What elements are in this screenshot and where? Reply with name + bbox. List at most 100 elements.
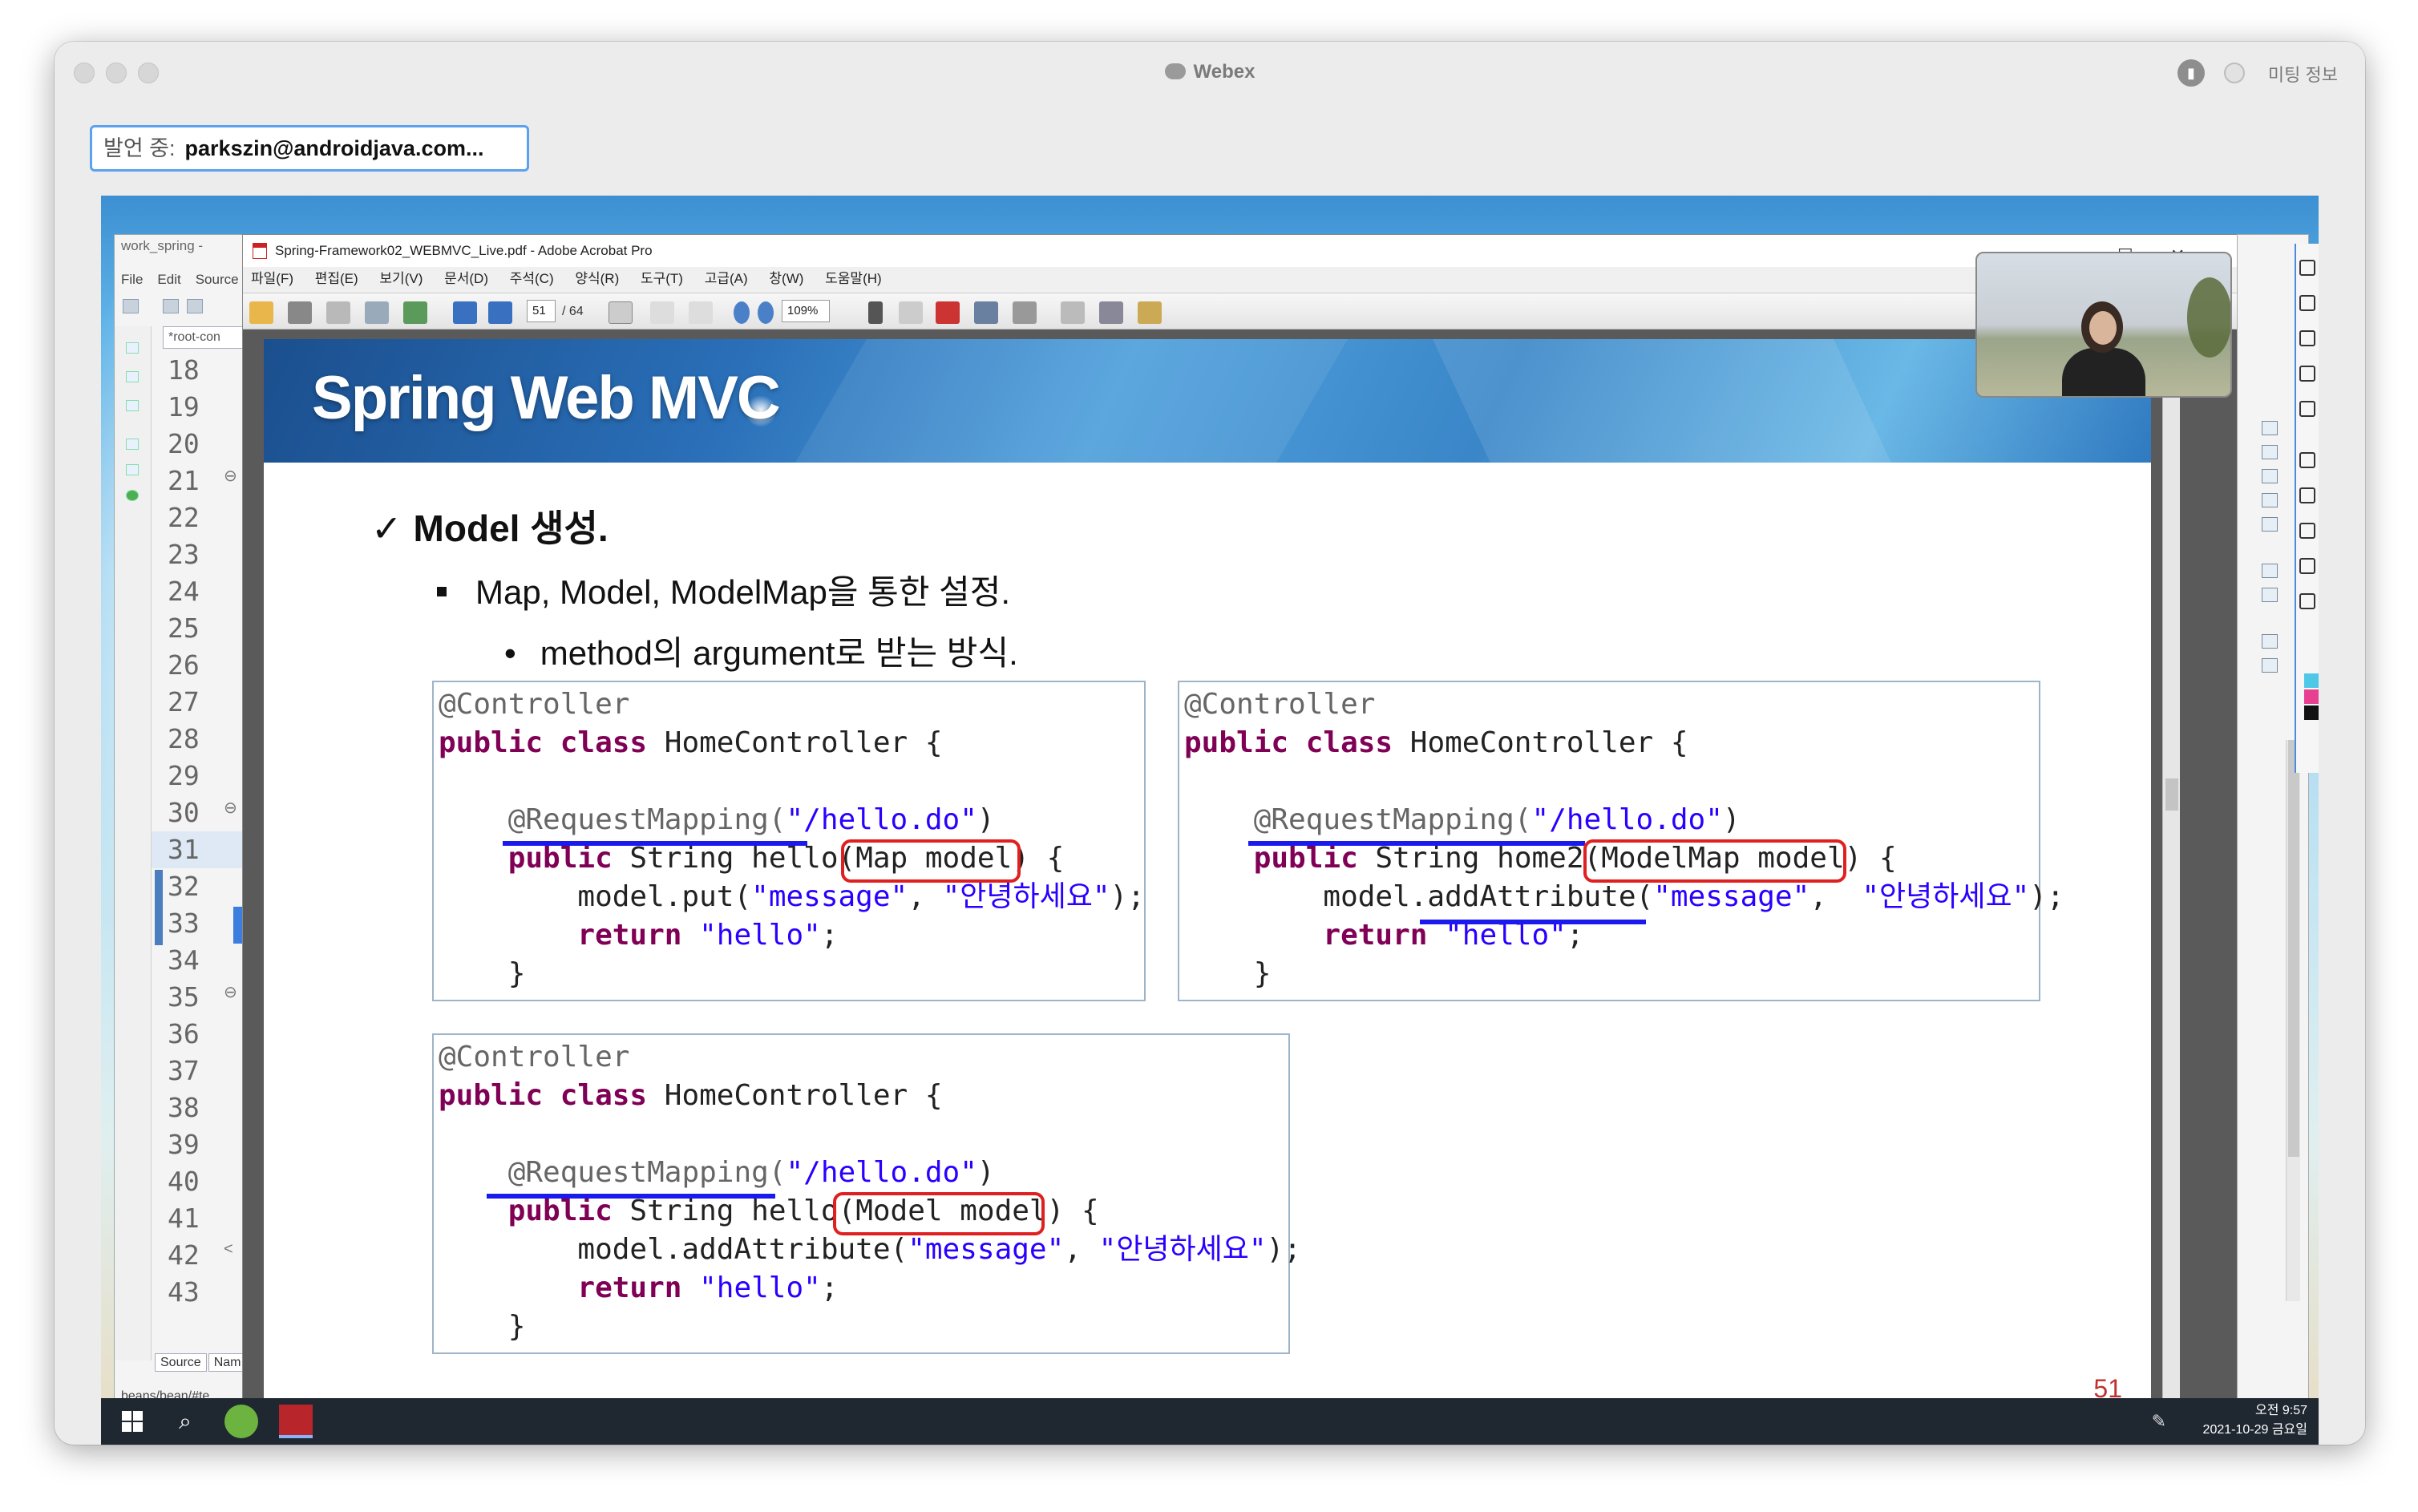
zoom-out-icon[interactable] — [734, 301, 750, 324]
form-icon[interactable] — [1061, 301, 1085, 324]
view-icon[interactable] — [126, 400, 139, 411]
pointer-icon[interactable] — [868, 301, 883, 324]
acrobat-taskbar-icon[interactable] — [279, 1405, 313, 1438]
code-block-map: @Controller public class HomeController … — [432, 681, 1146, 1001]
line-number: 41 — [168, 1203, 200, 1234]
bullet3-text: method의 argument로 받는 방식. — [540, 634, 1018, 672]
line-number: 20 — [168, 428, 200, 459]
fold-marker[interactable]: ⊖ — [224, 982, 237, 1002]
view-icon[interactable] — [126, 342, 139, 354]
color-swatch[interactable] — [2304, 689, 2319, 704]
windows-start-icon[interactable] — [122, 1411, 143, 1432]
tab-source[interactable]: Source — [155, 1353, 207, 1372]
menu-help[interactable]: 도움말(H) — [825, 271, 882, 286]
select-tool-icon[interactable] — [609, 301, 633, 324]
line-icon[interactable] — [2299, 366, 2315, 382]
next-page-icon[interactable] — [488, 301, 512, 324]
speaker-name: parkszin@androidjava.com... — [184, 136, 484, 160]
eraser-icon[interactable] — [2299, 401, 2315, 417]
email-icon[interactable] — [365, 301, 389, 324]
line-number: 19 — [168, 391, 200, 422]
stats-icon[interactable]: ▮ — [2177, 59, 2205, 87]
menu-source[interactable]: Source — [196, 272, 239, 287]
fold-marker[interactable]: ⊖ — [224, 466, 237, 486]
system-clock[interactable]: 오전 9:57 2021-10-29 금요일 — [2203, 1401, 2307, 1440]
dot-bullet: • — [504, 634, 516, 672]
chat-icon[interactable] — [2299, 523, 2315, 539]
line-number: 34 — [168, 944, 200, 976]
underline-highlight — [1248, 841, 1585, 846]
fold-marker[interactable]: < — [224, 1240, 233, 1259]
save-all-icon[interactable] — [187, 299, 203, 313]
zoom-in-icon[interactable] — [758, 301, 774, 324]
camera-icon[interactable] — [2299, 558, 2315, 574]
menu-tools[interactable]: 도구(T) — [641, 271, 683, 286]
sign-icon[interactable] — [936, 301, 960, 324]
line-number: 38 — [168, 1092, 200, 1123]
menu-edit[interactable]: 편집(E) — [315, 271, 358, 286]
panel-tool-icon[interactable] — [2262, 445, 2278, 459]
panel-tool-icon[interactable] — [2262, 588, 2278, 602]
view-icon[interactable] — [126, 464, 139, 475]
panel-tool-icon[interactable] — [2262, 469, 2278, 483]
menu-file[interactable]: File — [121, 272, 143, 287]
clipboard-icon[interactable] — [2299, 593, 2315, 609]
print-icon[interactable] — [288, 301, 312, 324]
new-icon[interactable] — [123, 299, 139, 313]
undo-icon[interactable] — [2299, 452, 2315, 468]
color-swatch[interactable] — [2304, 705, 2319, 720]
panel-tool-icon[interactable] — [2262, 564, 2278, 578]
underline-highlight — [503, 841, 807, 846]
participant-video[interactable] — [1975, 252, 2232, 398]
menu-advanced[interactable]: 고급(A) — [705, 271, 748, 286]
menu-comments[interactable]: 주석(C) — [510, 271, 554, 286]
panel-tool-icon[interactable] — [2262, 493, 2278, 507]
pen-icon[interactable] — [2299, 330, 2315, 346]
trash-icon[interactable] — [2299, 487, 2315, 503]
spring-tool-icon[interactable] — [224, 1405, 258, 1438]
attach-icon[interactable] — [1013, 301, 1037, 324]
panel-tool-icon[interactable] — [2262, 421, 2278, 435]
run-icon[interactable] — [126, 490, 139, 501]
info-icon[interactable] — [2224, 63, 2245, 83]
menu-file[interactable]: 파일(F) — [251, 271, 293, 286]
pointer-icon[interactable] — [2299, 295, 2315, 311]
scroll-thumb[interactable] — [2165, 778, 2178, 811]
crop-icon[interactable] — [974, 301, 998, 324]
menu-forms[interactable]: 양식(R) — [575, 271, 619, 286]
prev-page-icon[interactable] — [453, 301, 477, 324]
menu-view[interactable]: 보기(V) — [379, 271, 423, 286]
page-number-input[interactable]: 51 — [527, 300, 556, 322]
line-number: 24 — [168, 576, 200, 607]
meeting-info-button[interactable]: 미팅 정보 — [2268, 61, 2338, 87]
line-number-gutter: 18 19 20 21 ⊖ 22 23 24 25 26 27 28 29 30 ⊖ 31 32 33 34 35 ⊖ 3… — [152, 352, 248, 1311]
search-icon[interactable]: ⌕ — [168, 1405, 202, 1438]
export-icon[interactable] — [1099, 301, 1123, 324]
speaker-label: 발언 중: — [103, 136, 176, 160]
panel-tool-icon[interactable] — [2262, 517, 2278, 532]
panel-tool-icon[interactable] — [2262, 634, 2278, 649]
menu-document[interactable]: 문서(D) — [444, 271, 488, 286]
pdf-icon — [253, 243, 267, 259]
panel-scrollbar[interactable] — [2286, 740, 2300, 1301]
menu-edit[interactable]: Edit — [157, 272, 180, 287]
view-icon[interactable] — [126, 371, 139, 382]
view-icon[interactable] — [126, 439, 139, 450]
eye-icon[interactable] — [2299, 260, 2315, 276]
tab-namespaces[interactable]: Nam — [208, 1353, 247, 1372]
zoom-tool-icon[interactable] — [689, 301, 713, 324]
vertical-scrollbar[interactable] — [2162, 329, 2180, 1418]
open-icon[interactable] — [249, 301, 273, 324]
panel-tool-icon[interactable] — [2262, 658, 2278, 673]
save-icon[interactable] — [326, 301, 350, 324]
share-icon[interactable] — [403, 301, 427, 324]
save-icon[interactable] — [163, 299, 179, 313]
ok-stamp-icon[interactable] — [899, 301, 923, 324]
color-swatch[interactable] — [2304, 673, 2319, 688]
zoom-level-input[interactable]: 109% — [782, 300, 830, 322]
menu-window[interactable]: 창(W) — [769, 271, 803, 286]
pen-tray-icon[interactable]: ✎ — [2152, 1411, 2166, 1432]
comment-icon[interactable] — [1138, 301, 1162, 324]
fold-marker[interactable]: ⊖ — [224, 798, 237, 818]
hand-tool-icon[interactable] — [650, 301, 674, 324]
